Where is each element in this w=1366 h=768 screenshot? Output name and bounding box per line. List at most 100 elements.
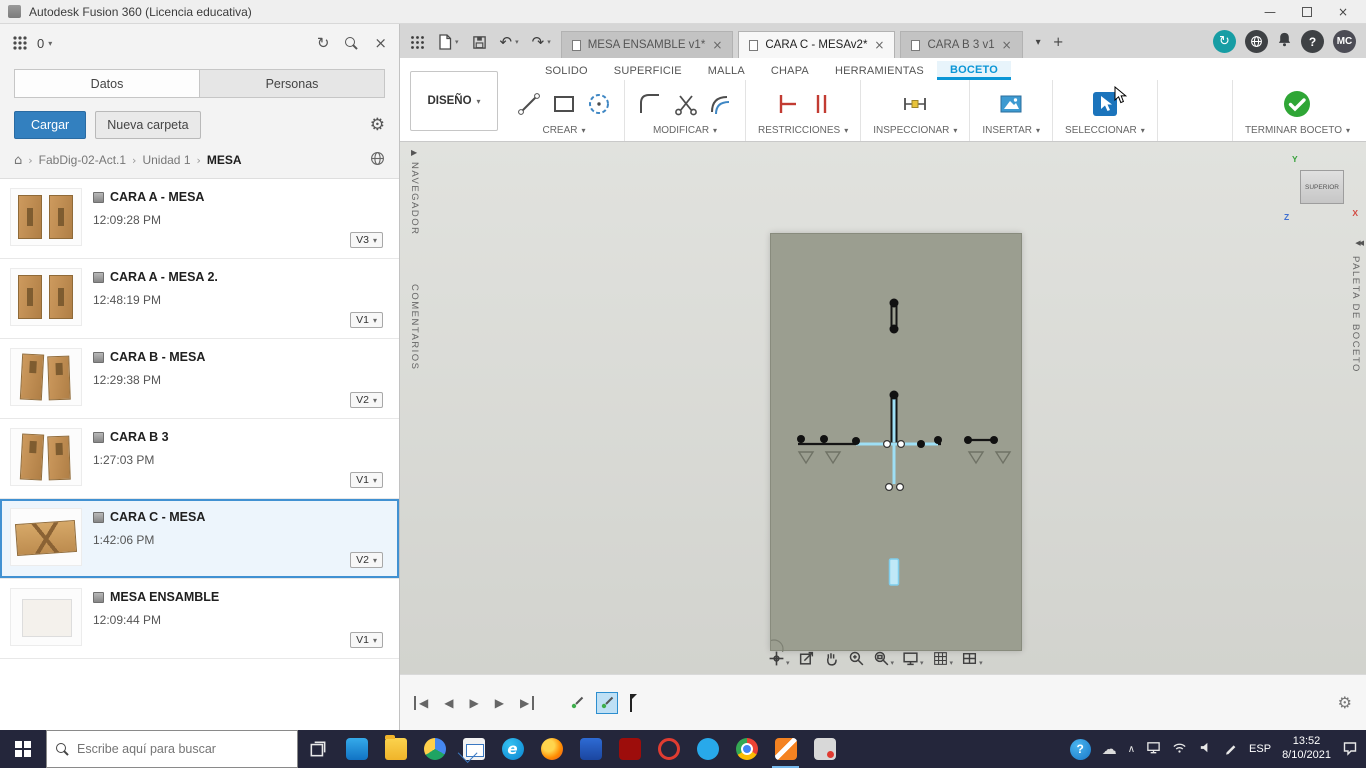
breadcrumb-middle[interactable]: Unidad 1: [142, 153, 190, 167]
onedrive-cloud-icon[interactable]: ☁: [1102, 740, 1117, 758]
close-tab-icon[interactable]: ×: [874, 38, 884, 52]
file-menu-button[interactable]: ▾: [438, 34, 459, 50]
tab-personas[interactable]: Personas: [200, 70, 384, 97]
select-tool-button[interactable]: [1091, 85, 1128, 118]
apps-grid-icon[interactable]: [410, 35, 425, 50]
version-dropdown[interactable]: V1 ▾: [350, 472, 383, 488]
orbit-button[interactable]: ▾: [768, 650, 790, 667]
list-item-cara-b-3[interactable]: CARA B 3 1:27:03 PM V1 ▾: [0, 419, 399, 499]
timeline-feature-sketch-2-selected[interactable]: [596, 691, 619, 714]
gear-icon[interactable]: ⚙: [370, 115, 385, 135]
list-item-cara-c-mesa[interactable]: CARA C - MESA 1:42:06 PM V2 ▾: [0, 499, 399, 579]
globe-icon[interactable]: [370, 151, 385, 169]
version-dropdown[interactable]: V1 ▾: [350, 312, 383, 328]
display-tray-icon[interactable]: [1146, 740, 1161, 758]
group-label-insertar[interactable]: INSERTAR ▾: [982, 123, 1040, 136]
start-button[interactable]: [0, 730, 46, 768]
search-input[interactable]: [77, 742, 277, 756]
group-label-crear[interactable]: CREAR ▾: [542, 123, 585, 136]
step-back-button[interactable]: ◀: [444, 696, 453, 710]
list-item-cara-a-mesa-2[interactable]: CARA A - MESA 2. 12:48:19 PM V1 ▾: [0, 259, 399, 339]
close-panel-icon[interactable]: ×: [374, 35, 387, 51]
paleta-de-boceto-tab[interactable]: PALETA DE BOCETO: [1350, 256, 1361, 373]
volume-tray-icon[interactable]: [1198, 740, 1213, 758]
tab-datos[interactable]: Datos: [15, 70, 200, 97]
app-icon-indigo[interactable]: [571, 730, 610, 768]
wifi-tray-icon[interactable]: [1172, 740, 1187, 758]
rectangle-tool-button[interactable]: [551, 91, 577, 117]
viewport-canvas[interactable]: ▶ NAVEGADOR COMENTARIOS ◀◀ PALETA DE BOC…: [400, 142, 1366, 674]
group-label-inspeccionar[interactable]: INSPECCIONAR ▾: [873, 123, 957, 136]
tab-list-icon[interactable]: ▾: [1036, 37, 1041, 48]
close-tab-icon[interactable]: ×: [712, 38, 722, 52]
timeline-gear-icon[interactable]: ⚙: [1338, 693, 1352, 712]
mail-icon[interactable]: [454, 730, 493, 768]
action-center-icon[interactable]: [1342, 740, 1358, 759]
job-status-dropdown[interactable]: 0 ▾: [37, 36, 52, 51]
list-item-cara-a-mesa[interactable]: CARA A - MESA 12:09:28 PM V3 ▾: [0, 179, 399, 259]
close-tab-icon[interactable]: ×: [1002, 38, 1012, 52]
tab-chapa[interactable]: CHAPA: [758, 62, 822, 80]
notifications-bell-icon[interactable]: [1277, 31, 1292, 52]
avatar[interactable]: MC: [1333, 30, 1356, 53]
list-item-cara-b-mesa[interactable]: CARA B - MESA 12:29:38 PM V2 ▾: [0, 339, 399, 419]
finish-sketch-button[interactable]: [1281, 88, 1313, 120]
maximize-button[interactable]: [1301, 6, 1312, 17]
file-explorer-icon[interactable]: [376, 730, 415, 768]
offset-tool-button[interactable]: [707, 91, 733, 117]
tab-herramientas[interactable]: HERRAMIENTAS: [822, 62, 937, 80]
save-icon[interactable]: [472, 35, 487, 50]
tab-malla[interactable]: MALLA: [695, 62, 758, 80]
firefox-icon[interactable]: [532, 730, 571, 768]
group-label-seleccionar[interactable]: SELECCIONAR ▾: [1065, 123, 1145, 136]
breadcrumb-root[interactable]: FabDig-02-Act.1: [39, 153, 126, 167]
close-button[interactable]: ×: [1338, 6, 1348, 18]
grid-settings-button[interactable]: ▾: [932, 650, 953, 667]
edge-icon[interactable]: e: [493, 730, 532, 768]
display-settings-button[interactable]: ▾: [902, 650, 924, 667]
app-icon-blue[interactable]: [337, 730, 376, 768]
navegador-expand-icon[interactable]: ▶: [411, 148, 417, 157]
new-folder-button[interactable]: Nueva carpeta: [95, 111, 201, 139]
tab-boceto[interactable]: BOCETO: [936, 61, 1012, 80]
horizontal-vertical-constraint-button[interactable]: [773, 91, 799, 117]
zoom-button[interactable]: [848, 650, 865, 667]
tab-superficie[interactable]: SUPERFICIE: [601, 62, 695, 80]
opera-icon[interactable]: [649, 730, 688, 768]
doc-tab-cara-b-3[interactable]: CARA B 3 v1 ×: [900, 31, 1023, 58]
tab-solido[interactable]: SOLIDO: [532, 62, 601, 80]
new-tab-icon[interactable]: +: [1053, 35, 1064, 50]
taskbar-clock[interactable]: 13:52 8/10/2021: [1282, 735, 1331, 763]
group-label-restricciones[interactable]: RESTRICCIONES ▾: [758, 123, 848, 136]
home-icon[interactable]: ⌂: [14, 154, 22, 167]
taskbar-search[interactable]: [46, 730, 298, 768]
help-icon[interactable]: ?: [1301, 30, 1324, 53]
language-indicator[interactable]: ESP: [1249, 743, 1271, 755]
list-item-mesa-ensamble[interactable]: MESA ENSAMBLE 12:09:44 PM V1 ▾: [0, 579, 399, 659]
minimize-button[interactable]: —: [1264, 6, 1276, 18]
doc-tab-mesa-ensamble[interactable]: MESA ENSAMBLE v1* ×: [560, 31, 734, 58]
undo-button[interactable]: ↶ ▾: [500, 34, 519, 50]
workspace-switcher[interactable]: DISEÑO ▾: [410, 71, 498, 131]
apps-grid-icon[interactable]: [12, 35, 28, 51]
online-status-icon[interactable]: [1245, 30, 1268, 53]
task-view-button[interactable]: [298, 730, 337, 768]
driver-utility-icon[interactable]: [805, 730, 844, 768]
fillet-tool-button[interactable]: [637, 91, 663, 117]
sync-status-icon[interactable]: ↻: [1213, 30, 1236, 53]
comentarios-tab[interactable]: COMENTARIOS: [409, 284, 420, 371]
pan-button[interactable]: [823, 650, 840, 667]
timeline-position-marker[interactable]: [626, 693, 638, 712]
look-at-button[interactable]: [798, 650, 815, 667]
circle-tool-button[interactable]: [586, 91, 612, 117]
paleta-collapse-icon[interactable]: ◀◀: [1355, 239, 1364, 247]
version-dropdown[interactable]: V3 ▾: [350, 232, 383, 248]
skip-to-start-button[interactable]: ◀: [414, 695, 428, 710]
redo-button[interactable]: ↷ ▾: [532, 34, 551, 50]
trim-tool-button[interactable]: [672, 91, 698, 117]
upload-button[interactable]: Cargar: [14, 111, 87, 139]
version-dropdown[interactable]: V1 ▾: [350, 632, 383, 648]
refresh-icon[interactable]: ↻: [317, 35, 330, 51]
search-icon[interactable]: [345, 36, 358, 50]
timeline-feature-sketch-1[interactable]: [566, 692, 588, 714]
